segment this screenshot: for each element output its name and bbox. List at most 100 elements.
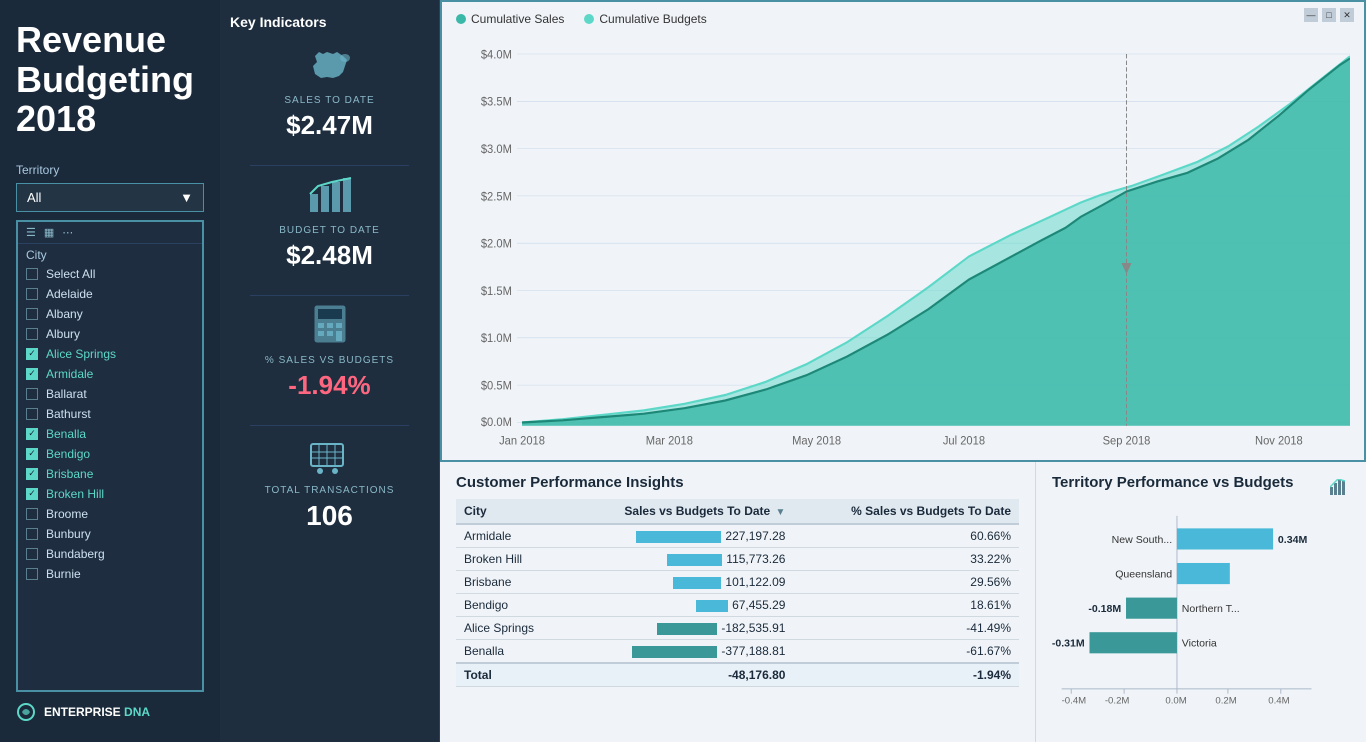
city-name: Alice Springs	[46, 347, 116, 361]
table-row: Broken Hill115,773.2633.22%	[456, 548, 1019, 571]
city-name: Broome	[46, 507, 88, 521]
table-row: Alice Springs-182,535.91-41.49%	[456, 617, 1019, 640]
city-item[interactable]: Adelaide	[18, 284, 202, 304]
bar	[657, 623, 717, 635]
city-item[interactable]: ✓Alice Springs	[18, 344, 202, 364]
city-item[interactable]: Ballarat	[18, 384, 202, 404]
legend-cumulative-sales: Cumulative Sales	[456, 12, 564, 26]
table-total-row: Total-48,176.80-1.94%	[456, 663, 1019, 687]
city-item[interactable]: ✓ Brisbane	[18, 464, 202, 484]
city-item[interactable]: ✓Bendigo	[18, 444, 202, 464]
sidebar: RevenueBudgeting2018 Territory All ▼ ☰ ▦…	[0, 0, 220, 742]
chevron-down-icon: ▼	[180, 190, 193, 205]
city-list[interactable]: Select AllAdelaideAlbanyAlbury✓Alice Spr…	[18, 264, 202, 690]
grid-icon: ▦	[44, 226, 54, 239]
city-item[interactable]: Select All	[18, 264, 202, 284]
city-item[interactable]: Burnie	[18, 564, 202, 584]
city-item[interactable]: Broome	[18, 504, 202, 524]
maximize-button[interactable]: □	[1322, 8, 1336, 22]
table-row: Armidale227,197.2860.66%	[456, 524, 1019, 548]
city-name: Ballarat	[46, 387, 87, 401]
bar	[632, 646, 717, 658]
cell-pct: 18.61%	[793, 594, 1019, 617]
customer-performance-panel: Customer Performance Insights City Sales…	[440, 462, 1036, 742]
svg-text:Victoria: Victoria	[1182, 638, 1217, 650]
cell-sales: -182,535.91	[566, 617, 793, 640]
minimize-button[interactable]: ―	[1304, 8, 1318, 22]
svg-text:Northern T...: Northern T...	[1182, 603, 1240, 615]
legend-label-sales: Cumulative Sales	[471, 12, 564, 26]
city-name: Albany	[46, 307, 83, 321]
city-item[interactable]: ✓Armidale	[18, 364, 202, 384]
filter-icons: ☰ ▦ ⋯	[26, 226, 73, 239]
cell-pct: 29.56%	[793, 571, 1019, 594]
budget-to-date-value: $2.48M	[230, 240, 429, 271]
city-item[interactable]: Albany	[18, 304, 202, 324]
app-title: RevenueBudgeting2018	[16, 20, 204, 139]
bar-chart-icon-small	[1330, 479, 1350, 495]
city-item[interactable]: Bathurst	[18, 404, 202, 424]
city-name: Adelaide	[46, 287, 93, 301]
cell-sales: 67,455.29	[566, 594, 793, 617]
sidebar-footer: ENTERPRISE DNA	[16, 692, 204, 722]
city-checkbox	[26, 408, 38, 420]
divider-2	[250, 295, 409, 296]
svg-text:Mar 2018: Mar 2018	[646, 434, 693, 448]
cell-pct: -61.67%	[793, 640, 1019, 664]
city-name: Albury	[46, 327, 80, 341]
right-panels: ― □ ✕ Cumulative Sales Cumulative Budget…	[440, 0, 1366, 742]
svg-text:-0.4M: -0.4M	[1062, 695, 1087, 706]
territory-label: Territory	[16, 163, 204, 177]
svg-text:-0.31M: -0.31M	[1052, 638, 1085, 650]
key-indicators-title: Key Indicators	[230, 14, 326, 30]
svg-text:Jan 2018: Jan 2018	[499, 434, 545, 448]
col-sales-budget: Sales vs Budgets To Date ▼	[566, 499, 793, 524]
city-item[interactable]: ✓Benalla	[18, 424, 202, 444]
table-row: Bendigo67,455.2918.61%	[456, 594, 1019, 617]
cell-sales: 101,122.09	[566, 571, 793, 594]
sort-icon[interactable]: ▼	[776, 507, 786, 518]
territory-dropdown[interactable]: All ▼	[16, 183, 204, 212]
city-name: Broken Hill	[46, 487, 104, 501]
city-item[interactable]: ✓Broken Hill	[18, 484, 202, 504]
city-item[interactable]: Bundaberg	[18, 544, 202, 564]
cell-pct: 33.22%	[793, 548, 1019, 571]
city-checkbox	[26, 308, 38, 320]
svg-text:$4.0M: $4.0M	[481, 48, 512, 62]
sales-value: -377,188.81	[721, 644, 785, 658]
sales-to-date-value: $2.47M	[230, 110, 429, 141]
svg-text:-0.18M: -0.18M	[1088, 603, 1121, 615]
city-name: Bendigo	[46, 447, 90, 461]
cell-total-pct: -1.94%	[793, 663, 1019, 687]
sales-value: 67,455.29	[732, 598, 785, 612]
city-checkbox: ✓	[26, 468, 38, 480]
cell-city: Armidale	[456, 524, 566, 548]
city-checkbox	[26, 388, 38, 400]
city-name: Brisbane	[46, 467, 93, 481]
bar	[673, 577, 721, 589]
sales-to-date-card: SALES TO DATE $2.47M	[230, 44, 429, 141]
city-name: Bunbury	[46, 527, 91, 541]
cell-city: Benalla	[456, 640, 566, 664]
cell-sales: 115,773.26	[566, 548, 793, 571]
more-icon: ⋯	[62, 226, 73, 239]
city-item[interactable]: Albury	[18, 324, 202, 344]
city-checkbox	[26, 288, 38, 300]
svg-text:Nov 2018: Nov 2018	[1255, 434, 1303, 448]
svg-text:$2.5M: $2.5M	[481, 190, 512, 204]
legend-cumulative-budgets: Cumulative Budgets	[584, 12, 706, 26]
svg-text:May 2018: May 2018	[792, 434, 841, 448]
city-name: Select All	[46, 267, 95, 281]
legend-label-budgets: Cumulative Budgets	[599, 12, 706, 26]
table-row: Benalla -377,188.81 -61.67%	[456, 640, 1019, 664]
city-filter-box: ☰ ▦ ⋯ City Select AllAdelaideAlbanyAlbur…	[16, 220, 204, 692]
legend-dot-sales	[456, 14, 466, 24]
close-button[interactable]: ✕	[1340, 8, 1354, 22]
city-item[interactable]: Bunbury	[18, 524, 202, 544]
customer-panel-title: Customer Performance Insights	[456, 474, 1019, 491]
sales-to-date-label: SALES TO DATE	[230, 95, 429, 106]
bottom-panels: Customer Performance Insights City Sales…	[440, 462, 1366, 742]
bar-chart-icon	[230, 174, 429, 221]
city-name: Armidale	[46, 367, 93, 381]
svg-text:$0.5M: $0.5M	[481, 379, 512, 393]
